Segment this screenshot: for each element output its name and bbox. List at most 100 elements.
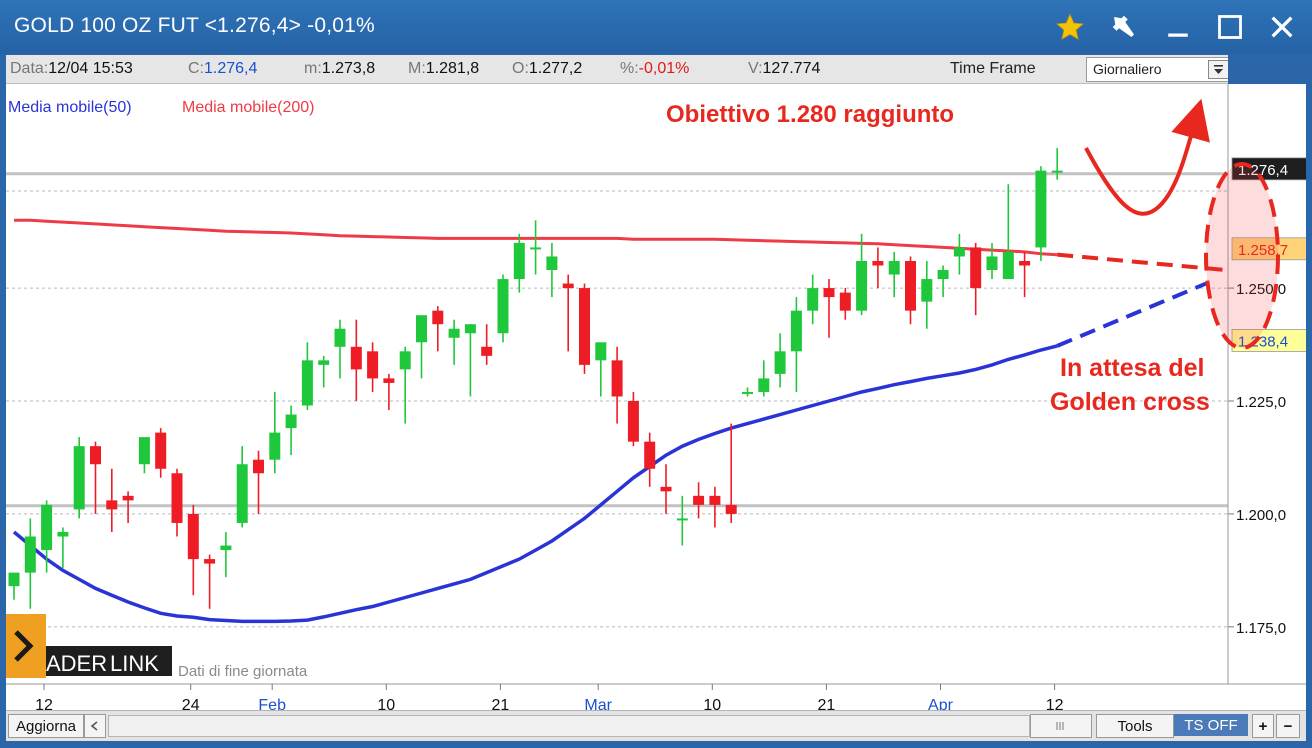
- candle-body: [807, 288, 819, 311]
- candle-body: [872, 260, 884, 266]
- candle-body: [986, 256, 998, 271]
- title-bar: GOLD 100 OZ FUT <1.276,4> -0,01%: [0, 0, 1312, 54]
- candle-body: [334, 328, 346, 347]
- candle-body: [432, 310, 444, 325]
- legend-ma50: Media mobile(50): [8, 99, 132, 116]
- ts-off-button[interactable]: TS OFF: [1174, 714, 1248, 736]
- x-tick-label: Apr: [928, 697, 954, 710]
- candle-body: [823, 288, 835, 298]
- close-icon[interactable]: [1262, 8, 1302, 46]
- close-label: C:: [188, 60, 204, 77]
- candle-body: [416, 315, 427, 343]
- x-tick-label: 21: [818, 697, 836, 710]
- x-tick-label: Mar: [584, 697, 612, 710]
- candle-body: [1019, 260, 1031, 266]
- zoom-in-button[interactable]: +: [1252, 714, 1274, 738]
- legend-ma200: Media mobile(200): [182, 99, 315, 116]
- minimize-icon[interactable]: [1158, 8, 1198, 46]
- candle-body: [579, 288, 590, 365]
- date-label: Data:: [10, 60, 49, 77]
- candle-body: [187, 513, 199, 560]
- candle-body: [709, 495, 721, 505]
- max-value: 1.281,8: [425, 60, 480, 77]
- candle-body: [856, 260, 868, 311]
- candle-body: [937, 270, 949, 280]
- x-tick-label: Feb: [258, 697, 286, 710]
- timeframe-select[interactable]: Giornaliero: [1086, 57, 1232, 82]
- candle-body: [464, 324, 476, 334]
- x-tick-label: 10: [377, 697, 395, 710]
- candle-body: [399, 351, 411, 370]
- candle-body: [660, 486, 672, 492]
- scroll-thumb[interactable]: [1030, 714, 1092, 738]
- candle-body: [1035, 170, 1047, 248]
- candle-body: [73, 446, 85, 510]
- cross-highlight-ellipse: [1204, 162, 1280, 350]
- candle-body: [367, 351, 379, 379]
- scroll-left-button[interactable]: [84, 714, 106, 738]
- candle-body: [627, 401, 639, 442]
- x-tick-label: 10: [703, 697, 721, 710]
- annotation-waiting-2: Golden cross: [1050, 388, 1210, 416]
- bottom-toolbar: Aggiorna Tools TS OFF + −: [6, 710, 1306, 741]
- candle-body: [546, 256, 558, 271]
- y-tick-label: 1.175,0: [1236, 620, 1286, 637]
- candle-body: [90, 446, 101, 465]
- candle-body: [383, 378, 395, 383]
- candle-body: [905, 260, 916, 311]
- candle-body: [921, 279, 933, 302]
- candle-body: [253, 459, 264, 474]
- candle-body: [953, 247, 965, 257]
- zoom-out-button[interactable]: −: [1276, 714, 1300, 738]
- date-value: 12/04 15:53: [48, 60, 133, 77]
- open-label: O:: [512, 60, 529, 77]
- candle-body: [155, 432, 167, 469]
- hammer-icon[interactable]: [1104, 8, 1144, 46]
- quote-info-bar: Data:12/04 15:53 C:1.276,4 m:1.273,8 M:1…: [6, 55, 1232, 84]
- side-panel: [1228, 55, 1312, 83]
- price-chart[interactable]: 12 24 Feb 10 21 Mar 10 21 Apr 12 1.175,0 1.200,0 1.…: [6, 84, 1309, 714]
- timeframe-value: Giornaliero: [1093, 61, 1162, 77]
- refresh-button[interactable]: Aggiorna: [8, 714, 84, 738]
- chevron-down-icon[interactable]: [1208, 60, 1229, 79]
- pct-label: %:: [620, 60, 639, 77]
- candle-body: [530, 247, 542, 250]
- candle-body: [562, 283, 574, 289]
- candle-body: [497, 279, 509, 334]
- x-tick-label: 12: [1046, 697, 1064, 710]
- candle-body: [676, 518, 688, 521]
- open-value: 1.277,2: [528, 60, 583, 77]
- logo-badge: [6, 614, 46, 678]
- candle-body: [8, 572, 20, 587]
- x-tick-label: 24: [182, 697, 200, 710]
- candle-body: [138, 437, 150, 465]
- candle-body: [644, 441, 656, 469]
- logo-text-ader: ADER: [46, 651, 107, 676]
- close-value: 1.276,4: [204, 60, 258, 77]
- volume-value: 127.774: [762, 60, 821, 77]
- candle-body: [693, 495, 705, 505]
- tools-button[interactable]: Tools: [1096, 714, 1174, 738]
- candle-body: [318, 360, 330, 365]
- candle-body: [220, 545, 232, 551]
- candle-body: [57, 531, 69, 537]
- min-label: m:: [304, 60, 322, 77]
- horizontal-scrollbar[interactable]: [108, 715, 1030, 737]
- maximize-icon[interactable]: [1210, 8, 1250, 46]
- candle-body: [204, 559, 216, 564]
- x-tick-label: 21: [492, 697, 510, 710]
- grip-icon: [1056, 722, 1064, 730]
- candle-body: [888, 260, 900, 275]
- favorite-star-icon[interactable]: [1050, 8, 1090, 46]
- candle-body: [1051, 170, 1063, 173]
- candle-body: [513, 242, 525, 280]
- candle-body: [742, 391, 753, 394]
- volume-label: V:: [748, 60, 763, 77]
- annotation-waiting-1: In attesa del: [1060, 354, 1205, 382]
- annotation-target: Obiettivo 1.280 raggiunto: [666, 101, 954, 128]
- candle-body: [595, 342, 607, 361]
- candle-body: [41, 504, 53, 551]
- candle-body: [269, 432, 281, 460]
- chart-area[interactable]: 12 24 Feb 10 21 Mar 10 21 Apr 12 1.175,0 1.200,0 1.…: [6, 84, 1309, 714]
- candle-body: [839, 292, 851, 311]
